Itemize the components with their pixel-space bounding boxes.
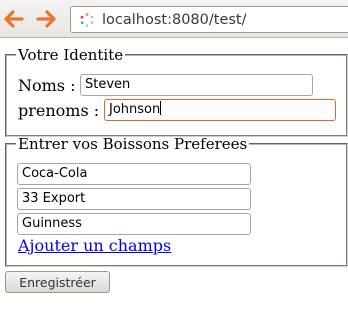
save-button[interactable]: Enregistréer xyxy=(5,271,110,293)
save-button-label: Enregistréer xyxy=(19,274,96,290)
url-text: localhost:8080/test/ xyxy=(102,11,247,28)
right-arrow-icon xyxy=(36,10,56,28)
forward-button[interactable] xyxy=(35,8,57,30)
drink-value: Coca-Cola xyxy=(22,166,88,181)
loading-spinner-icon xyxy=(80,12,94,27)
identity-legend: Votre Identite xyxy=(18,46,124,64)
nom-input[interactable]: Steven xyxy=(80,74,313,96)
add-field-link[interactable]: Ajouter un champs xyxy=(18,236,171,255)
address-bar[interactable]: localhost:8080/test/ xyxy=(70,6,348,33)
browser-toolbar: localhost:8080/test/ xyxy=(0,0,348,38)
drink-input[interactable]: 33 Export xyxy=(17,188,251,210)
left-arrow-icon xyxy=(4,10,24,28)
drink-value: 33 Export xyxy=(22,191,86,206)
prenom-value: Johnson xyxy=(109,102,161,117)
drink-value: Guinness xyxy=(22,216,82,231)
prenom-input[interactable]: Johnson xyxy=(104,99,336,121)
prenom-label: prenoms : xyxy=(18,101,100,120)
nom-value: Steven xyxy=(85,77,131,92)
back-button[interactable] xyxy=(3,8,25,30)
text-caret xyxy=(160,101,162,115)
drink-input[interactable]: Guinness xyxy=(17,213,251,235)
drinks-legend: Entrer vos Boissons Preferees xyxy=(18,135,248,153)
nom-label: Noms : xyxy=(18,76,76,95)
drink-input[interactable]: Coca-Cola xyxy=(17,163,251,185)
